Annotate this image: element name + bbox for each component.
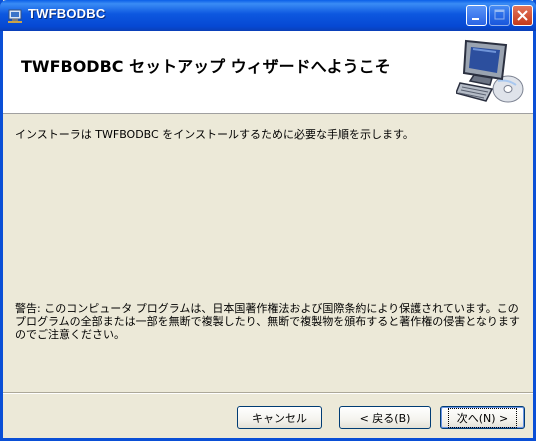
installer-app-icon (8, 9, 22, 23)
back-button[interactable]: < 戻る(B) (339, 406, 431, 429)
next-button-label: 次へ(N) > (447, 407, 518, 428)
intro-text: インストーラは TWFBODBC をインストールするために必要な手順を示します。 (15, 128, 414, 141)
computer-setup-icon (456, 39, 524, 103)
window-title: TWFBODBC (28, 6, 106, 21)
copyright-warning: 警告: このコンピュータ プログラムは、日本国著作権法および国際条約により保護さ… (15, 302, 520, 341)
footer-divider-highlight (3, 393, 533, 394)
maximize-icon (494, 9, 505, 20)
close-icon (517, 10, 528, 21)
wizard-heading: TWFBODBC セットアップ ウィザードへようこそ (21, 57, 391, 76)
cancel-button[interactable]: キャンセル (237, 406, 322, 429)
title-bar[interactable]: TWFBODBC (0, 0, 536, 31)
back-button-label: < 戻る(B) (359, 411, 411, 425)
cancel-button-label: キャンセル (252, 411, 307, 425)
maximize-button (489, 5, 510, 26)
minimize-icon (472, 18, 479, 20)
wizard-banner: TWFBODBC セットアップ ウィザードへようこそ (3, 31, 533, 114)
minimize-button[interactable] (466, 5, 487, 26)
setup-wizard-window: TWFBODBC TWFBODBC セットアップ ウィザードへようこそ インスト… (0, 0, 536, 441)
next-button[interactable]: 次へ(N) > (440, 406, 525, 429)
close-button[interactable] (512, 5, 533, 26)
